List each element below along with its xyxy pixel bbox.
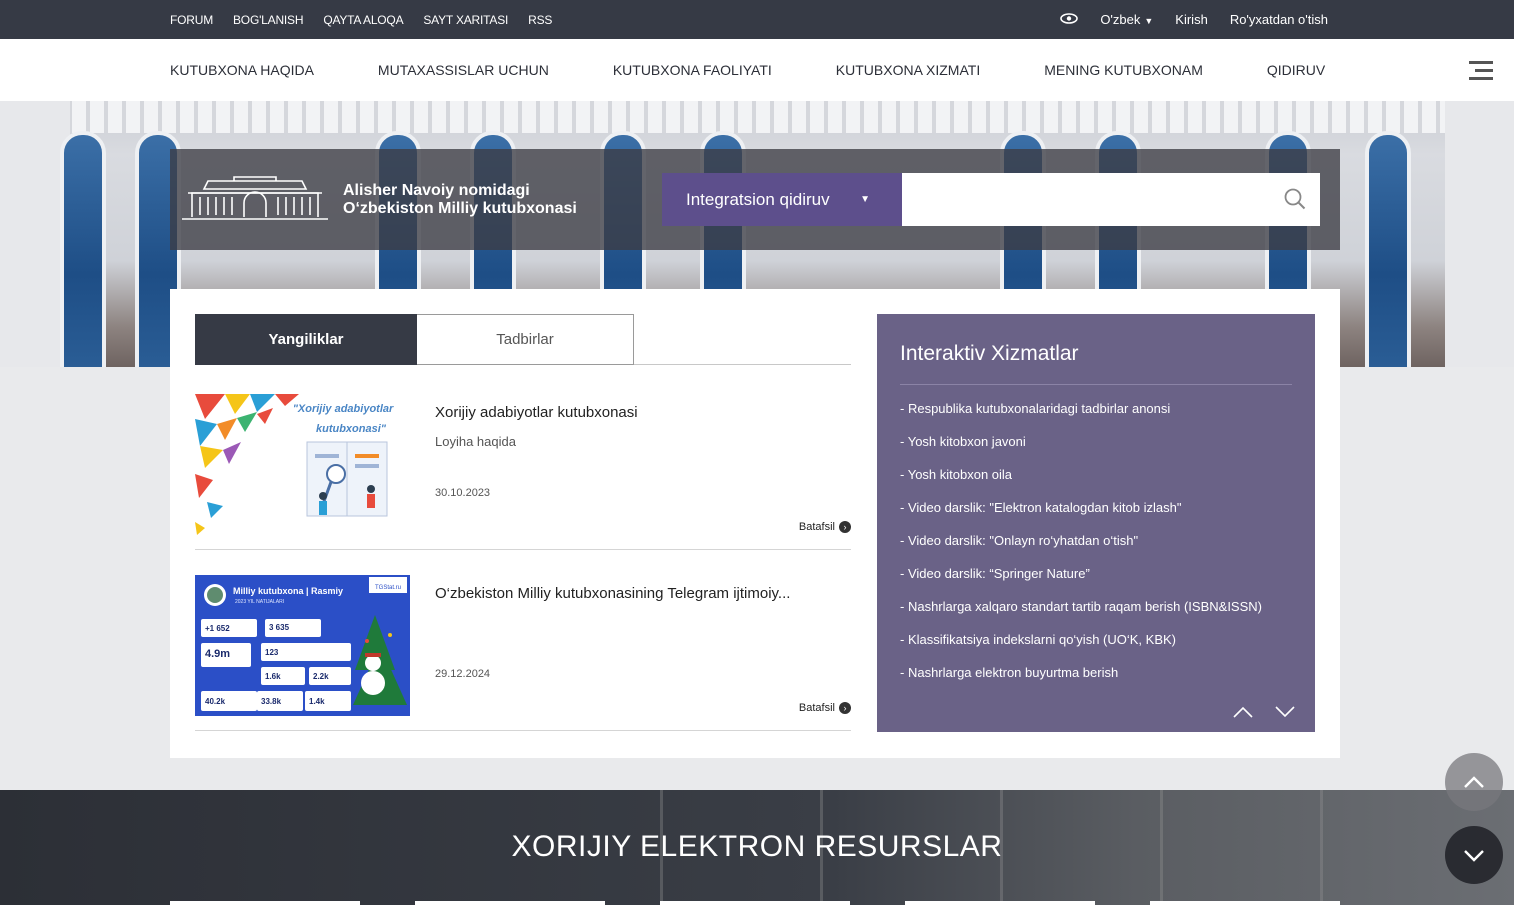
nav-item-search[interactable]: QIDIRUV	[1267, 62, 1325, 78]
resource-card[interactable]	[905, 901, 1095, 905]
thumb-stat: 33.8k	[261, 697, 282, 706]
language-select[interactable]: O'zbek ▼	[1100, 12, 1153, 27]
thumb-heading: Milliy kutubxona | Rasmiy	[233, 586, 343, 596]
thumb-stat: 123	[265, 648, 279, 657]
search-input[interactable]	[902, 173, 1320, 226]
arrow-right-icon: ›	[839, 521, 851, 533]
service-link[interactable]: Video darslik: "Elektron katalogdan kito…	[900, 498, 1262, 531]
chevron-down-icon	[1464, 849, 1484, 862]
news-thumbnail[interactable]: Milliy kutubxona | Rasmiy 2023 YIL NATIJ…	[195, 575, 410, 716]
tab-news[interactable]: Yangiliklar	[195, 314, 417, 365]
news-thumbnail[interactable]: "Xorijiy adabiyotlar kutubxonasi"	[195, 394, 410, 535]
search-type-dropdown[interactable]: Integratsion qidiruv ▼	[662, 173, 902, 226]
resource-card[interactable]	[660, 901, 850, 905]
news-tabs: Yangiliklar Tadbirlar	[195, 314, 851, 365]
thumb-subheading: 2023 YIL NATIJALARI	[235, 599, 284, 605]
resource-card[interactable]	[1150, 901, 1340, 905]
hamburger-menu-icon[interactable]	[1469, 61, 1493, 81]
service-link[interactable]: Yosh kitobxon oila	[900, 465, 1262, 498]
read-more-link[interactable]: Batafsil ›	[799, 702, 851, 714]
brand-search-bar: Alisher Navoiy nomidagi O‘zbekiston Mill…	[170, 149, 1340, 250]
news-date: 29.12.2024	[435, 668, 491, 680]
read-more-label: Batafsil	[798, 521, 835, 533]
thumb-stat: 1.4k	[309, 697, 325, 706]
eye-icon[interactable]	[1060, 12, 1079, 27]
section-title: XORIJIY ELEKTRON RESURSLAR	[511, 830, 1003, 863]
nav-item-services[interactable]: KUTUBXONA XIZMATI	[836, 62, 980, 78]
chevron-down-icon[interactable]	[1275, 706, 1295, 718]
top-link-forum[interactable]: FORUM	[170, 13, 213, 27]
interactive-services-title: Interaktiv Xizmatlar	[900, 342, 1079, 365]
thumb-stat: 1.6k	[265, 672, 281, 681]
top-link-contact[interactable]: BOG'LANISH	[233, 13, 304, 27]
chevron-up-icon[interactable]	[1233, 706, 1253, 718]
login-link[interactable]: Kirish	[1175, 12, 1208, 27]
nav-item-my-library[interactable]: MENING KUTUBXONAM	[1044, 62, 1203, 78]
resource-card[interactable]	[415, 901, 605, 905]
thumb-stat: +1 652	[205, 624, 230, 633]
resource-card[interactable]	[170, 901, 360, 905]
library-logo-icon	[182, 176, 328, 220]
caret-down-icon: ▼	[1144, 16, 1154, 26]
language-label: O'zbek	[1100, 12, 1141, 27]
nav-item-activity[interactable]: KUTUBXONA FAOLIYATI	[613, 62, 772, 78]
thumb-stat: 4.9m	[205, 648, 230, 660]
top-links: FORUM BOG'LANISH QAYTA ALOQA SAYT XARITA…	[170, 0, 552, 39]
thumb-badge: TGStat.ru	[375, 585, 401, 591]
read-more-link[interactable]: Batafsil ›	[799, 521, 851, 533]
top-link-rss[interactable]: RSS	[528, 13, 552, 27]
news-date: 30.10.2023	[435, 487, 491, 499]
search-type-label: Integratsion qidiruv	[686, 189, 830, 209]
thumb-stat: 2.2k	[313, 672, 329, 681]
library-name-line1: Alisher Navoiy nomidagi	[343, 182, 530, 199]
divider	[900, 384, 1292, 385]
thumb-stat: 3 635	[269, 623, 290, 632]
top-bar: FORUM BOG'LANISH QAYTA ALOQA SAYT XARITA…	[0, 0, 1514, 39]
news-item[interactable]: "Xorijiy adabiyotlar kutubxonasi" Xoriji…	[195, 394, 851, 550]
news-title[interactable]: O‘zbekiston Milliy kutubxonasining Teleg…	[435, 585, 845, 602]
library-name-line2: O‘zbekiston Milliy kutubxonasi	[343, 200, 577, 217]
service-link[interactable]: Nashrlarga xalqaro standart tartib raqam…	[900, 597, 1262, 630]
list-scroll-controls	[1233, 706, 1295, 718]
nav-item-about[interactable]: KUTUBXONA HAQIDA	[170, 62, 314, 78]
interactive-services-panel: Interaktiv Xizmatlar Respublika kutubxon…	[877, 314, 1315, 732]
news-subtitle: Loyiha haqida	[435, 434, 516, 449]
service-link[interactable]: Respublika kutubxonalaridagi tadbirlar a…	[900, 399, 1262, 432]
main-nav: KUTUBXONA HAQIDA MUTAXASSISLAR UCHUN KUT…	[0, 39, 1514, 101]
service-link[interactable]: Video darslik: "Onlayn ro‘yhatdan o‘tish…	[900, 531, 1262, 564]
service-link[interactable]: Video darslik: “Springer Nature”	[900, 564, 1262, 597]
thumb-stat: 40.2k	[205, 697, 226, 706]
thumb-caption-line1: "Xorijiy adabiyotlar	[293, 403, 394, 415]
news-title[interactable]: Xorijiy adabiyotlar kutubxonasi	[435, 404, 845, 421]
content-card: Yangiliklar Tadbirlar "Xorijiy adabiyotl…	[170, 289, 1340, 758]
top-right: O'zbek ▼ Kirish Ro'yxatdan o'tish	[1060, 0, 1328, 39]
register-link[interactable]: Ro'yxatdan o'tish	[1230, 12, 1328, 27]
service-link[interactable]: Yosh kitobxon javoni	[900, 432, 1262, 465]
service-link[interactable]: Nashrlarga elektron buyurtma berish	[900, 663, 1262, 696]
nav-item-specialists[interactable]: MUTAXASSISLAR UCHUN	[378, 62, 549, 78]
foreign-resources-section: XORIJIY ELEKTRON RESURSLAR	[0, 790, 1514, 905]
caret-down-icon: ▼	[860, 194, 870, 205]
read-more-label: Batafsil	[798, 702, 835, 714]
arrow-right-icon: ›	[839, 702, 851, 714]
top-link-feedback[interactable]: QAYTA ALOQA	[323, 13, 403, 27]
scroll-down-button[interactable]	[1445, 826, 1503, 884]
news-item[interactable]: Milliy kutubxona | Rasmiy 2023 YIL NATIJ…	[195, 575, 851, 731]
interactive-services-list: Respublika kutubxonalaridagi tadbirlar a…	[900, 399, 1262, 696]
top-link-sitemap[interactable]: SAYT XARITASI	[423, 13, 508, 27]
tab-events[interactable]: Tadbirlar	[417, 314, 634, 365]
library-name: Alisher Navoiy nomidagi O‘zbekiston Mill…	[343, 182, 577, 218]
scroll-up-button[interactable]	[1445, 753, 1503, 811]
search-icon[interactable]	[1284, 188, 1306, 210]
service-link[interactable]: Klassifikatsiya indekslarni qo‘yish (UO‘…	[900, 630, 1262, 663]
chevron-up-icon	[1464, 775, 1484, 788]
thumb-caption-line2: kutubxonasi"	[316, 423, 387, 435]
